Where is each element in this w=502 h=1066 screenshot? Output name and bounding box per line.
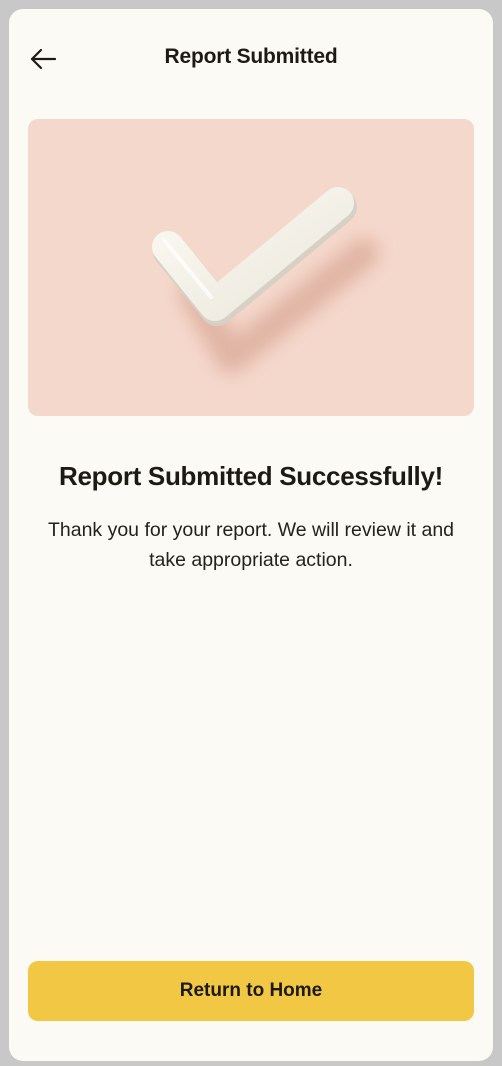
return-home-button[interactable]: Return to Home <box>28 961 474 1021</box>
checkmark-icon <box>152 187 379 374</box>
success-title: Report Submitted Successfully! <box>59 461 443 491</box>
app-header: Report Submitted <box>9 9 493 109</box>
page-title: Report Submitted <box>164 45 338 68</box>
success-illustration <box>28 119 474 416</box>
success-message: Thank you for your report. We will revie… <box>47 519 455 571</box>
screen: Report Submitted Report Submitted Succes… <box>9 9 493 1061</box>
